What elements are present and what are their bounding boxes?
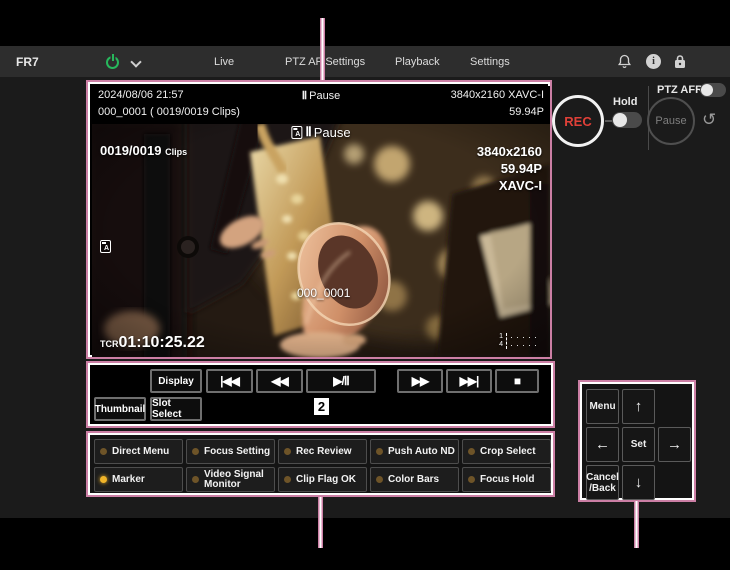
rec-button[interactable]: REC — [552, 95, 604, 147]
pause-label: Pause — [309, 90, 340, 102]
tab-settings[interactable]: Settings — [470, 56, 510, 68]
transport-panel: Display |◀◀ ◀◀ ▶/Ⅱ ▶▶ ▶▶| ■ Thumbnail Sl… — [86, 361, 555, 428]
callout-line-assignable — [318, 497, 323, 548]
media-slot-a-icon: A — [100, 240, 111, 253]
assign-button-crop-select[interactable]: Crop Select — [462, 439, 551, 464]
fast-forward-button[interactable]: ▶▶ — [397, 369, 443, 393]
overlay-format-stack: 3840x2160 59.94P XAVC-I — [477, 143, 542, 194]
device-name: FR7 — [16, 55, 39, 69]
tab-ptz-af-settings[interactable]: PTZ AF Settings — [285, 56, 365, 68]
up-arrow-button[interactable]: ↑ — [622, 389, 655, 424]
top-bar: FR7 Live PTZ AF Settings Playback Settin… — [0, 46, 730, 77]
clips-label: Clips — [165, 147, 187, 157]
tab-playback[interactable]: Playback — [395, 56, 440, 68]
left-arrow-button[interactable]: ← — [586, 427, 619, 462]
menu-dpad-panel: Menu ↑ ← Set → Cancel /Back ↓ — [578, 380, 696, 502]
format-text: 3840x2160 XAVC-I — [451, 89, 544, 101]
hold-label: Hold — [613, 96, 637, 108]
reset-icon[interactable]: ↺ — [702, 110, 716, 130]
framerate-text: 59.94P — [509, 106, 544, 118]
rewind-button[interactable]: ◀◀ — [256, 369, 303, 393]
power-icon[interactable] — [106, 54, 121, 69]
tab-live[interactable]: Live — [214, 56, 234, 68]
stop-button[interactable]: ■ — [495, 369, 539, 393]
assign-button-rec-review[interactable]: Rec Review — [278, 439, 367, 464]
assign-button-focus-hold[interactable]: Focus Hold — [462, 467, 551, 492]
ptz-afr-label: PTZ AFR — [657, 84, 703, 96]
info-icon[interactable]: i — [646, 54, 661, 69]
annotation-number-badge: 2 — [314, 398, 329, 415]
audio-ch-top: 1 — [499, 333, 503, 341]
led-indicator — [284, 476, 291, 483]
led-indicator — [376, 476, 383, 483]
assign-button-marker[interactable]: Marker — [94, 467, 183, 492]
led-indicator — [376, 448, 383, 455]
overlay-media-slot: A — [100, 240, 111, 258]
pause-icon: Ⅱ — [302, 89, 306, 102]
led-indicator — [284, 448, 291, 455]
cancel-back-button[interactable]: Cancel /Back — [586, 465, 619, 500]
pause-icon: Ⅱ — [305, 124, 310, 140]
assign-button-color-bars[interactable]: Color Bars — [370, 467, 459, 492]
assign-button-video-signal-monitor[interactable]: Video Signal Monitor — [186, 467, 275, 492]
assign-button-direct-menu[interactable]: Direct Menu — [94, 439, 183, 464]
right-arrow-button[interactable]: → — [658, 427, 691, 462]
slot-select-button[interactable]: Slot Select — [150, 397, 202, 421]
prev-clip-button[interactable]: |◀◀ — [206, 369, 253, 393]
status-pause-indicator: Ⅱ Pause — [302, 89, 341, 102]
video-preview[interactable]: A Ⅱ Pause 0019/0019 Clips 3840x2160 59.9… — [92, 124, 550, 357]
assignable-buttons-panel: Direct Menu Focus Setting Rec Review Pus… — [86, 431, 555, 497]
assign-button-focus-setting[interactable]: Focus Setting — [186, 439, 275, 464]
rec-hold-link — [605, 120, 612, 122]
audio-ch-bottom: 4 — [499, 341, 503, 349]
menu-button[interactable]: Menu — [586, 389, 619, 424]
led-indicator — [192, 448, 199, 455]
datetime-text: 2024/08/06 21:57 — [98, 89, 184, 101]
down-arrow-button[interactable]: ↓ — [622, 465, 655, 500]
callout-line-dpad — [634, 501, 639, 548]
app-stage: FR7 Live PTZ AF Settings Playback Settin… — [0, 0, 730, 570]
led-indicator — [100, 476, 107, 483]
overlay-resolution: 3840x2160 — [477, 143, 542, 160]
audio-level-meter: 1 4 ····· ····· — [499, 333, 540, 349]
thumbnail-button[interactable]: Thumbnail — [94, 397, 146, 421]
viewer-status-bar: 2024/08/06 21:57 000_0001 ( 0019/0019 Cl… — [92, 86, 550, 124]
set-button[interactable]: Set — [622, 427, 655, 462]
play-pause-button[interactable]: ▶/Ⅱ — [306, 369, 376, 393]
assign-button-clip-flag-ok[interactable]: Clip Flag OK — [278, 467, 367, 492]
ptz-afr-toggle[interactable] — [700, 83, 726, 97]
tc-label: TCR — [100, 339, 119, 349]
overlay-framerate: 59.94P — [477, 160, 542, 177]
overlay-pause-indicator: A Ⅱ Pause — [291, 124, 350, 140]
led-indicator — [468, 476, 475, 483]
overlay-clip-name: 000_0001 — [297, 286, 350, 300]
overlay-codec: XAVC-I — [477, 177, 542, 194]
notification-bell-icon[interactable] — [617, 54, 632, 74]
next-clip-button[interactable]: ▶▶| — [446, 369, 492, 393]
led-indicator — [100, 448, 107, 455]
led-indicator — [468, 448, 475, 455]
display-button[interactable]: Display — [150, 369, 202, 393]
led-indicator — [192, 476, 199, 483]
media-slot-a-icon: A — [291, 126, 302, 139]
meter-scale — [506, 333, 507, 349]
rec-hold-toggle[interactable] — [612, 112, 642, 128]
chevron-down-icon[interactable] — [130, 56, 141, 67]
lock-icon — [673, 54, 687, 74]
playback-viewer-panel: 2024/08/06 21:57 000_0001 ( 0019/0019 Cl… — [86, 80, 552, 359]
callout-line-viewer — [320, 18, 325, 80]
overlay-timecode: TCR01:10:25.22 — [100, 334, 205, 352]
assign-button-push-auto-nd[interactable]: Push Auto ND — [370, 439, 459, 464]
clip-info-text: 000_0001 ( 0019/0019 Clips) — [98, 106, 240, 118]
overlay-pause-label: Pause — [314, 125, 351, 140]
overlay-clips-count: 0019/0019 Clips — [100, 143, 187, 158]
pause-button[interactable]: Pause — [647, 97, 695, 145]
